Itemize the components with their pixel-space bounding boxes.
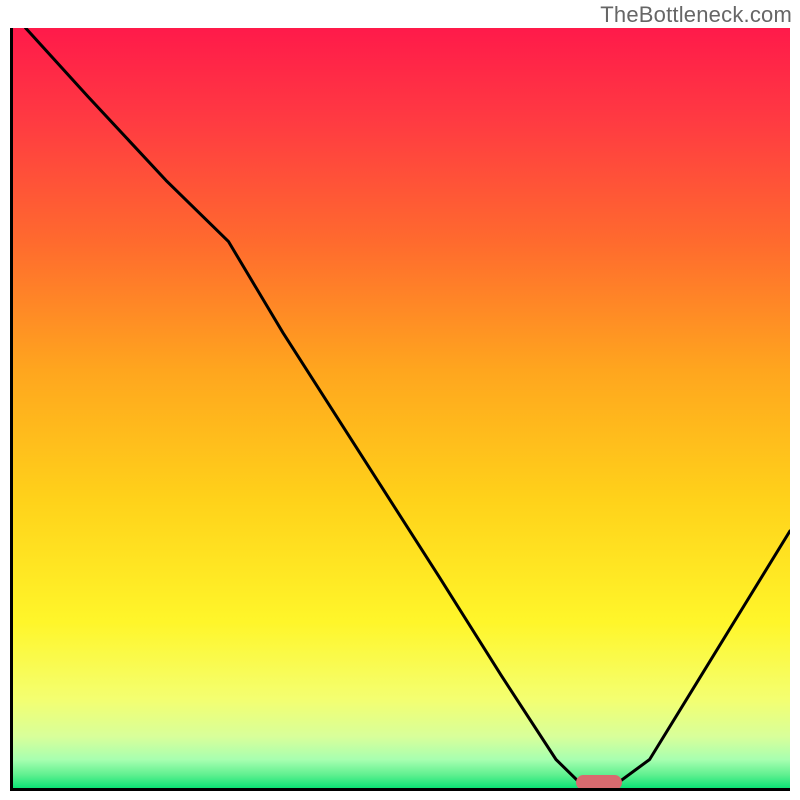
axis-y (10, 28, 13, 790)
chart-canvas: TheBottleneck.com (0, 0, 800, 800)
plot-area (10, 28, 790, 790)
plot-svg (10, 28, 790, 790)
axis-x (10, 788, 790, 791)
watermark-text: TheBottleneck.com (600, 2, 792, 28)
gradient-background (10, 28, 790, 790)
